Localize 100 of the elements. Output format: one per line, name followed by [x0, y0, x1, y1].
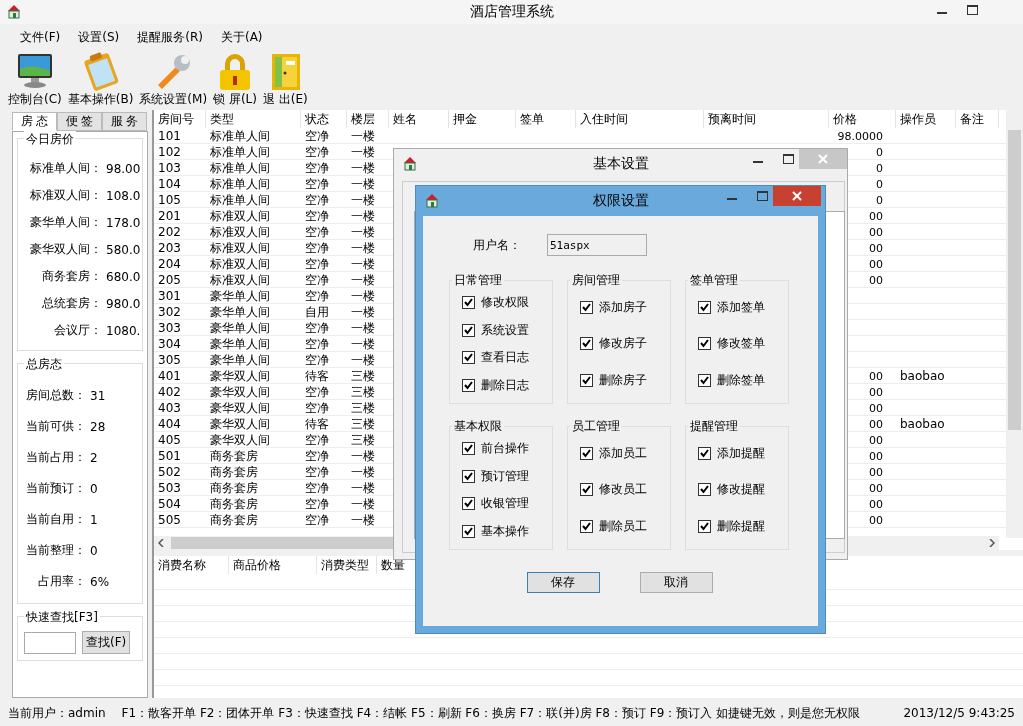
table-cell: 商务套房 — [210, 481, 258, 495]
column-header[interactable]: 操作员 — [896, 110, 956, 128]
summary-label: 当前整理： — [25, 542, 86, 559]
column-header[interactable]: 消费类型 — [317, 556, 377, 574]
menu-item[interactable]: 关于(A) — [212, 26, 271, 48]
checkbox[interactable] — [698, 300, 711, 314]
summary-label: 当前自用： — [25, 511, 86, 528]
table-cell-text: 00 — [868, 241, 883, 257]
app-icon — [402, 154, 418, 171]
checkbox[interactable] — [580, 483, 593, 497]
checkbox-label: 收银管理 — [481, 495, 529, 513]
checkbox[interactable] — [580, 374, 593, 388]
checkbox-label: 添加房子 — [599, 298, 647, 316]
table-cell: 豪华单人间 — [210, 321, 270, 335]
tab[interactable]: 服 务 — [102, 112, 147, 131]
dialog-button[interactable]: 取消 — [639, 572, 713, 593]
checkbox[interactable] — [462, 442, 475, 456]
checkbox[interactable] — [698, 446, 711, 460]
search-button[interactable]: 查找(F) — [82, 631, 131, 654]
summary-value: 0 — [90, 543, 99, 558]
table-cell: 204 — [158, 257, 181, 271]
checkbox[interactable] — [580, 337, 593, 351]
price-value: 178.0 — [106, 215, 141, 230]
column-header[interactable]: 类型 — [206, 110, 301, 128]
checkbox[interactable] — [698, 374, 711, 388]
column-header[interactable]: 商品价格 — [229, 556, 317, 574]
table-cell: 标准双人间 — [210, 209, 270, 223]
checkbox[interactable] — [462, 351, 475, 365]
scroll-left-icon[interactable] — [158, 539, 164, 547]
summary-value: 6% — [90, 574, 111, 589]
checkbox[interactable] — [462, 497, 475, 511]
group-title: 提醒管理 — [688, 418, 740, 435]
table-cell: 空净 — [305, 161, 329, 175]
checkbox-label: 添加提醒 — [717, 444, 765, 462]
checkbox[interactable] — [462, 323, 475, 337]
table-cell: 102 — [158, 145, 181, 159]
checkbox[interactable] — [462, 296, 475, 310]
checkbox[interactable] — [462, 469, 475, 483]
maximize-icon[interactable] — [966, 5, 978, 15]
table-cell: 302 — [158, 305, 181, 319]
column-header[interactable]: 价格 — [829, 110, 896, 128]
column-header[interactable]: 预离时间 — [704, 110, 829, 128]
checkbox-label: 修改提醒 — [717, 481, 765, 499]
table-cell: 空净 — [305, 145, 329, 159]
column-header[interactable]: 状态 — [301, 110, 347, 128]
checkbox[interactable] — [462, 378, 475, 392]
column-header[interactable]: 押金 — [449, 110, 516, 128]
column-header[interactable]: 房间号 — [154, 110, 206, 128]
toolbar-button[interactable]: 基本操作(B) — [65, 51, 136, 108]
close-icon[interactable] — [792, 191, 802, 201]
column-header[interactable]: 签单 — [516, 110, 576, 128]
column-header[interactable]: 入住时间 — [576, 110, 704, 128]
toolbar-button[interactable]: 退 出(E) — [260, 51, 310, 108]
checkbox[interactable] — [698, 483, 711, 497]
table-cell: 空净 — [305, 193, 329, 207]
menu-item[interactable]: 设置(S) — [70, 26, 128, 48]
column-header[interactable]: 备注 — [956, 110, 999, 128]
checkbox[interactable] — [698, 337, 711, 351]
table-cell: 502 — [158, 465, 181, 479]
column-header[interactable]: 消费名称 — [154, 556, 229, 574]
checkbox[interactable] — [580, 520, 593, 534]
table-cell: 503 — [158, 481, 181, 495]
username-field[interactable]: 51aspx — [547, 234, 647, 256]
search-field[interactable] — [24, 631, 76, 654]
vertical-scrollbar[interactable] — [1006, 110, 1023, 538]
checkbox-label: 修改员工 — [599, 481, 647, 499]
table-cell-text: 00 — [868, 449, 883, 465]
maximize-icon[interactable] — [782, 154, 794, 164]
table-cell: 一楼 — [351, 449, 375, 463]
table-cell: 标准单人间 — [210, 193, 270, 207]
table-cell: 空净 — [305, 481, 329, 495]
checkbox[interactable] — [580, 300, 593, 314]
column-header[interactable]: 楼层 — [347, 110, 389, 128]
checkbox-label: 删除签单 — [717, 372, 765, 390]
table-cell: 305 — [158, 353, 181, 367]
table-cell: 空净 — [305, 273, 329, 287]
tab[interactable]: 便 签 — [57, 112, 102, 131]
table-cell: 505 — [158, 513, 181, 527]
toolbar-button[interactable]: 控制台(C) — [6, 51, 64, 108]
scroll-right-icon[interactable] — [989, 539, 995, 547]
toolbar-button[interactable]: 锁 屏(L) — [211, 51, 259, 108]
table-cell: 豪华双人间 — [210, 369, 270, 383]
maximize-icon[interactable] — [756, 191, 768, 201]
table-cell: 一楼 — [351, 305, 375, 319]
table-cell: 标准单人间 — [210, 177, 270, 191]
column-header[interactable]: 姓名 — [389, 110, 449, 128]
checkbox[interactable] — [462, 524, 475, 538]
table-cell: 自用 — [305, 305, 329, 319]
toolbar-button[interactable]: 系统设置(M) — [137, 51, 210, 108]
table-cell: 标准双人间 — [210, 241, 270, 255]
tab[interactable]: 房 态 — [12, 112, 57, 131]
menu-item[interactable]: 文件(F) — [12, 26, 69, 48]
dialog-button[interactable]: 保存 — [526, 572, 600, 593]
checkbox[interactable] — [580, 446, 593, 460]
menu-item[interactable]: 提醒服务(R) — [129, 26, 211, 48]
checkbox[interactable] — [698, 520, 711, 534]
table-cell: 一楼 — [351, 513, 375, 527]
close-button[interactable] — [773, 186, 821, 206]
price-label: 商务套房： — [41, 268, 102, 285]
table-cell: 待客 — [305, 369, 329, 383]
